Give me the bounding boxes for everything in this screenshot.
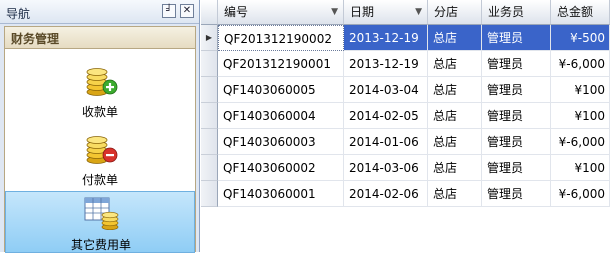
cell-date[interactable]: 2013-12-19: [344, 25, 428, 51]
records-grid: 编号 ▼ 日期 ▼ 分店 业务员 总金额 ▶ QF201312190002 20…: [201, 0, 610, 252]
grid-header: 编号 ▼ 日期 ▼ 分店 业务员 总金额: [201, 0, 610, 25]
column-header-label: 日期: [350, 5, 375, 19]
cell-code[interactable]: QF201312190002: [218, 25, 344, 51]
cell-code[interactable]: QF1403060004: [218, 103, 344, 129]
cell-staff[interactable]: 管理员: [482, 25, 551, 51]
row-indicator[interactable]: [201, 103, 218, 129]
cell-branch[interactable]: 总店: [428, 25, 482, 51]
row-indicator[interactable]: [201, 51, 218, 77]
cell-date[interactable]: 2014-03-06: [344, 155, 428, 181]
row-indicator[interactable]: [201, 129, 218, 155]
table-row[interactable]: QF1403060003 2014-01-06 总店 管理员 ¥-6,000: [201, 129, 610, 155]
cell-amount[interactable]: ¥-6,000: [551, 181, 610, 207]
cell-amount[interactable]: ¥-6,000: [551, 51, 610, 77]
close-button[interactable]: ✕: [180, 4, 194, 18]
cell-branch[interactable]: 总店: [428, 129, 482, 155]
cell-staff[interactable]: 管理员: [482, 77, 551, 103]
nav-item-payment[interactable]: 付款单: [5, 125, 195, 191]
table-row[interactable]: QF1403060001 2014-02-06 总店 管理员 ¥-6,000: [201, 181, 610, 207]
table-row[interactable]: QF1403060005 2014-03-04 总店 管理员 ¥100: [201, 77, 610, 103]
group-body: 收款单 付款单 其它费用单: [4, 48, 196, 253]
header-corner: [201, 0, 218, 25]
cell-date[interactable]: 2014-01-06: [344, 129, 428, 155]
column-header-branch[interactable]: 分店: [428, 0, 482, 25]
row-pointer-icon[interactable]: ▶: [201, 25, 218, 51]
table-row[interactable]: QF201312190001 2013-12-19 总店 管理员 ¥-6,000: [201, 51, 610, 77]
column-header-code[interactable]: 编号 ▼: [218, 0, 344, 25]
cell-date[interactable]: 2014-03-04: [344, 77, 428, 103]
spreadsheet-coins-icon: [84, 197, 119, 230]
row-indicator[interactable]: [201, 155, 218, 181]
cell-branch[interactable]: 总店: [428, 181, 482, 207]
row-indicator[interactable]: [201, 77, 218, 103]
filter-dropdown-icon[interactable]: ▼: [331, 0, 338, 24]
column-header-label: 编号: [224, 5, 249, 19]
group-title: 财务管理: [11, 32, 60, 46]
table-row[interactable]: QF1403060004 2014-02-05 总店 管理员 ¥100: [201, 103, 610, 129]
cell-code[interactable]: QF1403060002: [218, 155, 344, 181]
filter-dropdown-icon[interactable]: ▼: [415, 0, 422, 24]
cell-date[interactable]: 2013-12-19: [344, 51, 428, 77]
column-header-label: 分店: [434, 5, 459, 19]
cell-amount[interactable]: ¥-6,000: [551, 129, 610, 155]
table-row[interactable]: ▶ QF201312190002 2013-12-19 总店 管理员 ¥-500: [201, 25, 610, 51]
nav-item-other-expense[interactable]: 其它费用单: [5, 191, 195, 253]
nav-item-receipt[interactable]: 收款单: [5, 57, 195, 123]
cell-code[interactable]: QF1403060005: [218, 77, 344, 103]
column-header-label: 总金额: [557, 5, 594, 19]
column-header-label: 业务员: [488, 5, 525, 19]
nav-item-label: 付款单: [81, 173, 118, 187]
nav-item-label: 其它费用单: [70, 238, 131, 252]
cell-date[interactable]: 2014-02-06: [344, 181, 428, 207]
cell-branch[interactable]: 总店: [428, 155, 482, 181]
cell-staff[interactable]: 管理员: [482, 129, 551, 155]
cell-branch[interactable]: 总店: [428, 77, 482, 103]
cell-code[interactable]: QF1403060001: [218, 181, 344, 207]
column-header-staff[interactable]: 业务员: [482, 0, 551, 25]
navigation-titlebar: 导航 ╛ ✕: [0, 0, 199, 24]
cell-date[interactable]: 2014-02-05: [344, 103, 428, 129]
nav-item-label: 收款单: [81, 105, 118, 119]
cell-code[interactable]: QF1403060003: [218, 129, 344, 155]
cell-code[interactable]: QF201312190001: [218, 51, 344, 77]
cell-amount[interactable]: ¥100: [551, 77, 610, 103]
cell-amount[interactable]: ¥100: [551, 103, 610, 129]
cell-branch[interactable]: 总店: [428, 103, 482, 129]
cell-amount[interactable]: ¥-500: [551, 25, 610, 51]
navigation-title: 导航: [6, 7, 31, 21]
cell-staff[interactable]: 管理员: [482, 181, 551, 207]
cell-amount[interactable]: ¥100: [551, 155, 610, 181]
column-header-amount[interactable]: 总金额: [551, 0, 610, 25]
coins-remove-icon: [86, 136, 118, 164]
navigation-panel: 导航 ╛ ✕ 财务管理 收款单 付款单 其它费用单: [0, 0, 200, 253]
pin-button[interactable]: ╛: [162, 4, 176, 18]
group-header-finance[interactable]: 财务管理: [4, 26, 196, 48]
row-indicator[interactable]: [201, 181, 218, 207]
table-row[interactable]: QF1403060002 2014-03-06 总店 管理员 ¥100: [201, 155, 610, 181]
cell-staff[interactable]: 管理员: [482, 155, 551, 181]
cell-staff[interactable]: 管理员: [482, 103, 551, 129]
cell-staff[interactable]: 管理员: [482, 51, 551, 77]
column-header-date[interactable]: 日期 ▼: [344, 0, 428, 25]
coins-add-icon: [86, 68, 118, 96]
cell-branch[interactable]: 总店: [428, 51, 482, 77]
